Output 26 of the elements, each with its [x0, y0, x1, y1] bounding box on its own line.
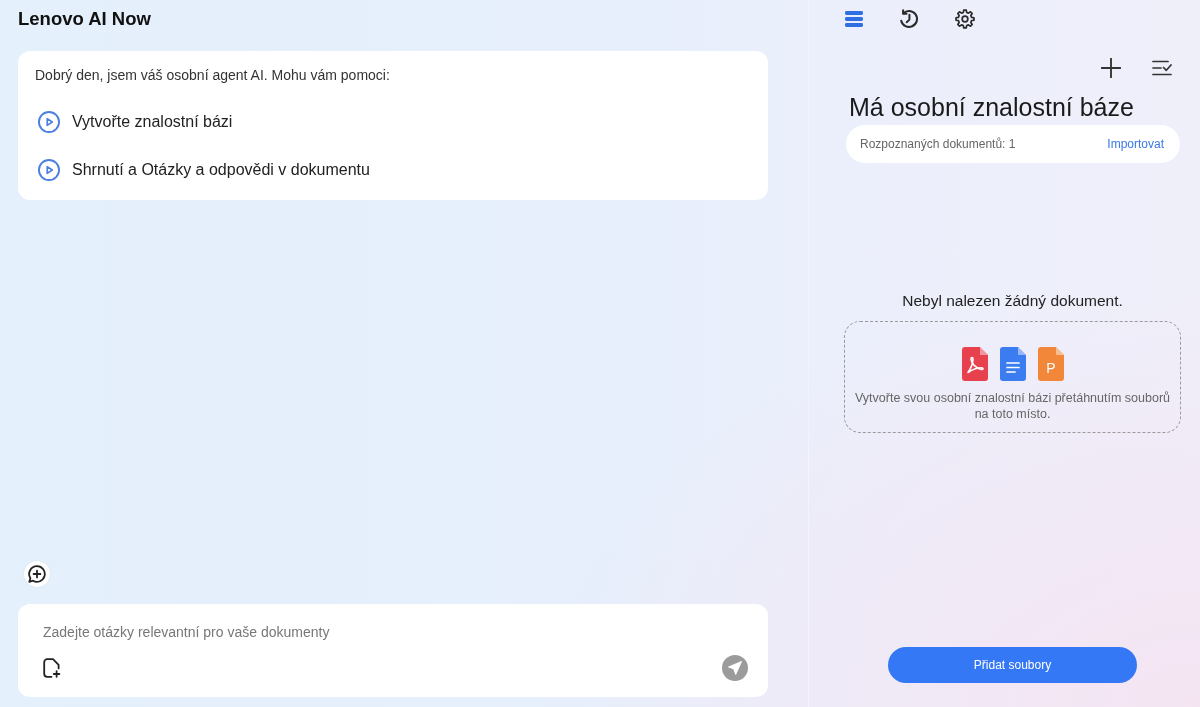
add-icon[interactable] [1101, 58, 1121, 78]
play-circle-icon [38, 111, 60, 133]
suggestion-button[interactable]: Vytvořte znalostní bázi [35, 108, 233, 136]
add-files-button[interactable]: Přidat soubory [888, 647, 1137, 683]
new-chat-button[interactable] [24, 561, 50, 587]
knowledge-base-title: Má osobní znalostní báze [849, 92, 1134, 122]
import-link[interactable]: Importovat [1107, 137, 1164, 151]
play-circle-icon [38, 159, 60, 181]
empty-state-text: Nebyl nalezen žádný dokument. [901, 291, 1124, 311]
presentation-file-icon: P [1037, 347, 1064, 381]
suggestion-button[interactable]: Shrnutí a Otázky a odpovědi v dokumentu [35, 156, 370, 184]
history-icon[interactable] [899, 9, 919, 29]
app-title: Lenovo AI Now [18, 7, 151, 31]
file-plus-icon[interactable] [43, 658, 61, 678]
drop-hint-text: Vytvořte svou osobní znalostní bázi přetáhnutím souborů na toto místo. [854, 390, 1171, 422]
paper-plane-icon [728, 661, 742, 675]
message-input[interactable]: Zadejte otázky relevantní pro vaše dokumenty [43, 622, 748, 642]
document-count-text: Rozpoznaných dokumentů: 1 [860, 137, 1016, 151]
menu-icon[interactable] [845, 11, 863, 27]
checklist-icon[interactable] [1152, 60, 1172, 76]
settings-icon[interactable] [955, 9, 975, 29]
chat-plus-icon [28, 565, 46, 583]
pdf-file-icon [961, 347, 988, 381]
document-file-icon [999, 347, 1026, 381]
file-drop-zone[interactable]: P Vytvořte svou osobní znalostní bázi přetáhnutím souborů na toto místo. [844, 321, 1181, 433]
greeting-text: Dobrý den, jsem váš osobní agent AI. Mohu vám pomoci: [35, 66, 391, 84]
